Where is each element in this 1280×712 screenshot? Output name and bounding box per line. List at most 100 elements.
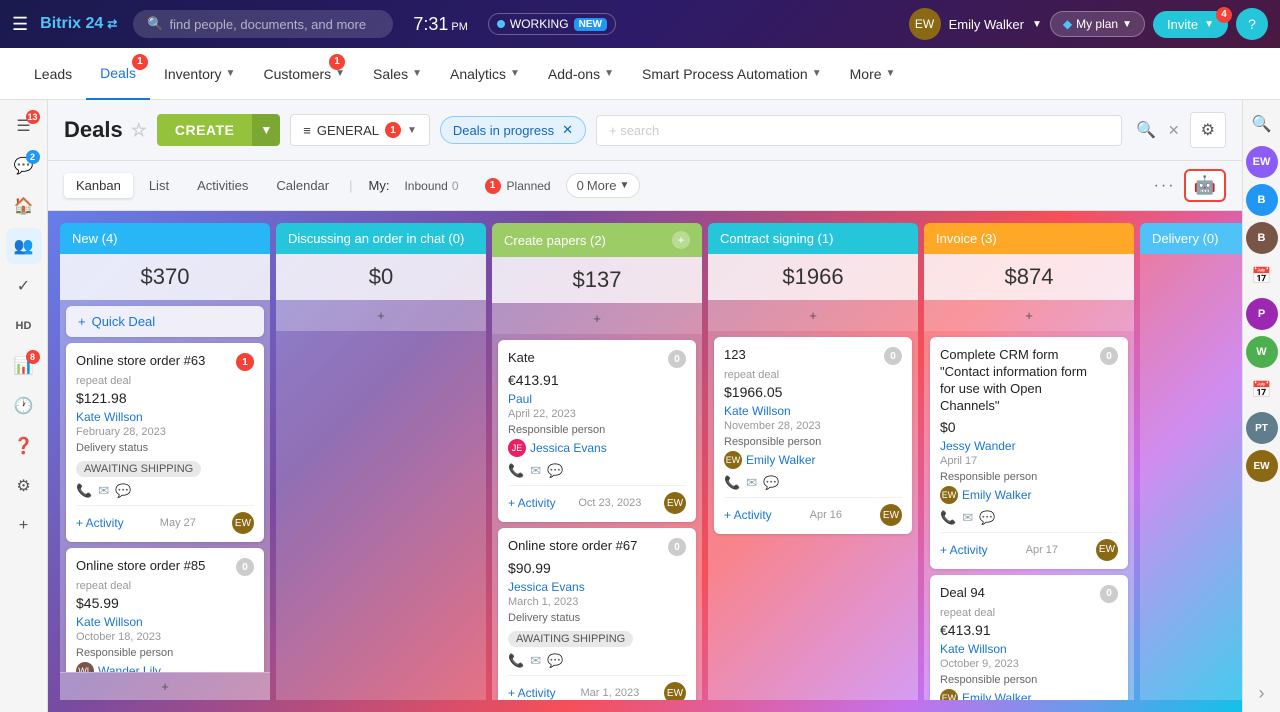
sidebar-clock-icon[interactable]: 🕐 <box>6 388 42 424</box>
sidebar-calendar-icon[interactable]: 📅 <box>1246 260 1278 292</box>
activity-btn-5[interactable]: + Activity <box>724 508 772 522</box>
sidebar-user-4[interactable]: P <box>1246 298 1278 330</box>
tab-list[interactable]: List <box>137 173 181 198</box>
deal-card-6[interactable]: Complete CRM form "Contact information f… <box>930 337 1128 569</box>
phone-icon-3[interactable]: 📞 <box>508 463 524 479</box>
robot-button[interactable]: 🤖 <box>1184 169 1226 202</box>
sidebar-user-3[interactable]: B <box>1246 222 1278 254</box>
email-icon-5[interactable]: ✉ <box>746 475 757 491</box>
active-filter-chip[interactable]: Deals in progress ✕ <box>440 116 586 144</box>
sidebar-home-icon[interactable]: 🏠 <box>6 188 42 224</box>
three-dots-menu[interactable]: ··· <box>1154 177 1176 195</box>
user-name[interactable]: Emily Walker <box>949 17 1024 32</box>
card-contact-6[interactable]: Jessy Wander <box>940 439 1118 453</box>
sidebar-notification-icon[interactable]: 💬 2 <box>6 148 42 184</box>
chat-icon-6[interactable]: 💬 <box>979 510 995 526</box>
active-filter-close[interactable]: ✕ <box>562 122 573 138</box>
tab-activities[interactable]: Activities <box>185 173 260 198</box>
sidebar-menu-icon[interactable]: ☰ 13 <box>6 108 42 144</box>
sidebar-user-5[interactable]: W <box>1246 336 1278 368</box>
nav-analytics[interactable]: Analytics ▼ <box>436 48 534 100</box>
resp-name-7[interactable]: Emily Walker <box>962 691 1032 700</box>
activity-btn-3[interactable]: + Activity <box>508 496 556 510</box>
sidebar-user-2[interactable]: B <box>1246 184 1278 216</box>
card-contact-4[interactable]: Jessica Evans <box>508 580 686 594</box>
email-icon-4[interactable]: ✉ <box>530 653 541 669</box>
col-add-invoice[interactable]: + <box>924 300 1134 331</box>
deal-card-2[interactable]: Online store order #85 0 repeat deal $45… <box>66 548 264 672</box>
deal-card-5[interactable]: 123 0 repeat deal $1966.05 Kate Willson … <box>714 337 912 534</box>
activity-btn-1[interactable]: + Activity <box>76 516 124 530</box>
resp-name-2[interactable]: Wander Lily <box>98 664 161 672</box>
col-add-icon-create-papers[interactable]: + <box>672 231 690 249</box>
col-add-new[interactable]: + <box>60 672 270 700</box>
nav-leads[interactable]: Leads <box>20 48 86 100</box>
create-button[interactable]: CREATE <box>157 114 253 146</box>
filter-search[interactable]: + search <box>596 115 1122 146</box>
sidebar-task-icon[interactable]: ✓ <box>6 268 42 304</box>
chat-icon-3[interactable]: 💬 <box>547 463 563 479</box>
sidebar-calendar-2[interactable]: 📅 <box>1246 374 1278 406</box>
phone-icon-1[interactable]: 📞 <box>76 483 92 499</box>
sidebar-plus-icon[interactable]: + <box>6 508 42 544</box>
hamburger-icon[interactable]: ☰ <box>12 14 28 35</box>
nav-deals[interactable]: Deals 1 <box>86 48 150 100</box>
deal-card-1[interactable]: Online store order #63 1 repeat deal $12… <box>66 343 264 542</box>
phone-icon-5[interactable]: 📞 <box>724 475 740 491</box>
card-contact-7[interactable]: Kate Willson <box>940 642 1118 656</box>
col-add-create-papers[interactable]: + <box>492 303 702 334</box>
card-contact-1[interactable]: Kate Willson <box>76 410 254 424</box>
user-avatar[interactable]: EW <box>909 8 941 40</box>
tab-calendar[interactable]: Calendar <box>264 173 341 198</box>
favorite-star[interactable]: ☆ <box>131 120 147 141</box>
card-contact-2[interactable]: Kate Willson <box>76 615 254 629</box>
sidebar-user-7[interactable]: EW <box>1246 450 1278 482</box>
chat-icon-4[interactable]: 💬 <box>547 653 563 669</box>
right-arrow-button[interactable]: › <box>1259 683 1265 704</box>
chat-icon-5[interactable]: 💬 <box>763 475 779 491</box>
filter-more-chip[interactable]: 0 More ▼ <box>566 173 641 198</box>
search-input[interactable] <box>170 17 370 32</box>
nav-customers[interactable]: Customers ▼ 1 <box>249 48 359 100</box>
nav-more[interactable]: More ▼ <box>836 48 910 100</box>
working-badge[interactable]: WORKING NEW <box>488 13 616 35</box>
sidebar-chart-icon[interactable]: 📊 8 <box>6 348 42 384</box>
activity-btn-6[interactable]: + Activity <box>940 543 988 557</box>
email-icon-3[interactable]: ✉ <box>530 463 541 479</box>
phone-icon-4[interactable]: 📞 <box>508 653 524 669</box>
help-button[interactable]: ? <box>1236 8 1268 40</box>
deal-card-7[interactable]: Deal 94 0 repeat deal €413.91 Kate Wills… <box>930 575 1128 700</box>
nav-spa[interactable]: Smart Process Automation ▼ <box>628 48 836 100</box>
sidebar-search-icon[interactable]: 🔍 <box>1246 108 1278 140</box>
email-icon-6[interactable]: ✉ <box>962 510 973 526</box>
filter-planned[interactable]: 1 Planned <box>474 173 562 199</box>
sidebar-settings-icon[interactable]: ⚙ <box>6 468 42 504</box>
col-add-discussing[interactable]: + <box>276 300 486 331</box>
card-contact-5[interactable]: Kate Willson <box>724 404 902 418</box>
nav-inventory[interactable]: Inventory ▼ <box>150 48 250 100</box>
create-dropdown[interactable]: ▼ <box>252 114 280 146</box>
card-contact-3[interactable]: Paul <box>508 392 686 406</box>
invite-button[interactable]: Invite ▼ 4 <box>1153 11 1228 38</box>
search-icon-btn[interactable]: 🔍 <box>1136 120 1156 140</box>
deal-card-4[interactable]: Online store order #67 0 $90.99 Jessica … <box>498 528 696 700</box>
deal-card-3[interactable]: Kate 0 €413.91 Paul April 22, 2023 Respo… <box>498 340 696 522</box>
view-settings-button[interactable]: ⚙ <box>1190 112 1226 148</box>
sidebar-user-6[interactable]: PT <box>1246 412 1278 444</box>
sidebar-question-icon[interactable]: ❓ <box>6 428 42 464</box>
filter-inbound[interactable]: Inbound 0 <box>393 174 469 198</box>
chat-icon-1[interactable]: 💬 <box>115 483 131 499</box>
sidebar-hd-icon[interactable]: HD <box>6 308 42 344</box>
search-bar[interactable]: 🔍 <box>133 10 393 38</box>
phone-icon-6[interactable]: 📞 <box>940 510 956 526</box>
nav-sales[interactable]: Sales ▼ <box>359 48 436 100</box>
quick-deal-button[interactable]: + Quick Deal <box>66 306 264 337</box>
resp-name-5[interactable]: Emily Walker <box>746 453 816 467</box>
nav-addons[interactable]: Add-ons ▼ <box>534 48 628 100</box>
sidebar-user-1[interactable]: EW <box>1246 146 1278 178</box>
email-icon-1[interactable]: ✉ <box>98 483 109 499</box>
my-plan-button[interactable]: ◆ My plan ▼ <box>1050 11 1145 37</box>
resp-name-6[interactable]: Emily Walker <box>962 488 1032 502</box>
sidebar-crm-icon[interactable]: 👥 <box>6 228 42 264</box>
clear-search-icon[interactable]: ✕ <box>1168 122 1180 139</box>
